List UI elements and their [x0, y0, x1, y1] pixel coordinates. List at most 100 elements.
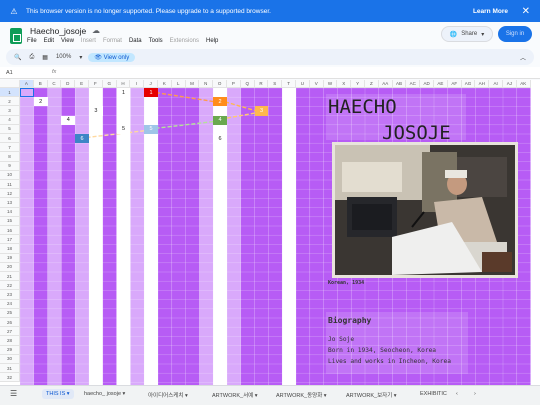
column-header-ah[interactable]: AH: [475, 80, 490, 88]
sheet-tab-3[interactable]: ARTWORK_서예 ▾: [212, 391, 258, 399]
search-icon[interactable]: 🔍: [14, 54, 21, 61]
tab-menu-icon[interactable]: ▾: [253, 393, 258, 399]
step-cell-o2[interactable]: 2: [213, 97, 227, 107]
column-header-n[interactable]: N: [199, 80, 214, 88]
step-cell-j1[interactable]: 1: [144, 88, 158, 98]
row-header-12[interactable]: 12: [0, 189, 20, 199]
selected-cell-a1[interactable]: [20, 88, 34, 98]
row-header-7[interactable]: 7: [0, 143, 20, 153]
row-header-10[interactable]: 10: [0, 170, 20, 180]
step-cell-b2[interactable]: 2: [33, 97, 48, 107]
step-cell-h1[interactable]: 1: [116, 88, 131, 98]
menu-item-edit[interactable]: Edit: [44, 38, 54, 44]
menu-item-help[interactable]: Help: [206, 38, 218, 44]
sheets-logo-icon[interactable]: [10, 28, 22, 44]
row-header-18[interactable]: 18: [0, 244, 20, 254]
menu-item-file[interactable]: File: [27, 38, 37, 44]
column-header-m[interactable]: M: [185, 80, 200, 88]
column-header-t[interactable]: T: [282, 80, 296, 88]
column-header-g[interactable]: G: [102, 80, 117, 88]
learn-more-link[interactable]: Learn More: [473, 8, 508, 15]
tab-menu-icon[interactable]: ▾: [392, 393, 397, 399]
column-header-ae[interactable]: AE: [434, 80, 448, 88]
row-header-22[interactable]: 22: [0, 281, 20, 291]
menu-item-view[interactable]: View: [61, 38, 74, 44]
column-header-ag[interactable]: AG: [461, 80, 476, 88]
column-header-v[interactable]: V: [309, 80, 324, 88]
select-all-corner[interactable]: [0, 80, 20, 88]
row-header-13[interactable]: 13: [0, 198, 20, 208]
close-icon[interactable]: ✕: [522, 6, 530, 17]
column-header-ab[interactable]: AB: [392, 80, 407, 88]
step-cell-f3[interactable]: 3: [89, 106, 103, 116]
column-header-j[interactable]: J: [144, 80, 158, 88]
tab-menu-icon[interactable]: ▾: [121, 391, 126, 397]
zoom-select[interactable]: 100%: [56, 54, 71, 60]
row-header-21[interactable]: 21: [0, 272, 20, 282]
column-header-aj[interactable]: AJ: [503, 80, 517, 88]
sheet-tab-0[interactable]: THIS IS ▾: [42, 389, 74, 399]
tab-menu-icon[interactable]: ▾: [183, 393, 188, 399]
row-header-25[interactable]: 25: [0, 308, 20, 318]
column-header-s[interactable]: S: [268, 80, 283, 88]
row-header-8[interactable]: 8: [0, 152, 20, 162]
row-header-19[interactable]: 19: [0, 253, 20, 263]
menu-item-extensions[interactable]: Extensions: [170, 38, 199, 44]
row-header-15[interactable]: 15: [0, 216, 20, 226]
sheet-tab-4[interactable]: ARTWORK_동양화 ▾: [276, 391, 327, 399]
column-header-x[interactable]: X: [337, 80, 352, 88]
column-header-ad[interactable]: AD: [420, 80, 434, 88]
sheet-tab-2[interactable]: 아이디어스케치 ▾: [148, 391, 188, 399]
column-header-f[interactable]: F: [89, 80, 103, 88]
step-cell-r3[interactable]: 3: [254, 106, 269, 116]
step-cell-o4[interactable]: 4: [213, 115, 227, 125]
row-header-26[interactable]: 26: [0, 318, 20, 328]
step-cell-e6[interactable]: 6: [75, 134, 89, 144]
row-header-17[interactable]: 17: [0, 235, 20, 245]
row-header-28[interactable]: 28: [0, 336, 20, 346]
column-header-a[interactable]: A: [20, 80, 34, 88]
scroll-tabs-right-icon[interactable]: ›: [474, 391, 476, 397]
column-header-z[interactable]: Z: [365, 80, 379, 88]
column-header-i[interactable]: I: [130, 80, 145, 88]
sign-in-button[interactable]: Sign in: [498, 26, 532, 42]
scroll-tabs-left-icon[interactable]: ‹: [456, 391, 458, 397]
print-icon[interactable]: ⎙: [29, 54, 34, 61]
column-header-q[interactable]: Q: [240, 80, 255, 88]
column-header-w[interactable]: W: [323, 80, 338, 88]
sheet-tab-1[interactable]: haecho_ josoje ▾: [84, 391, 125, 397]
column-header-r[interactable]: R: [254, 80, 269, 88]
row-header-1[interactable]: 1: [0, 88, 20, 98]
row-header-11[interactable]: 11: [0, 180, 20, 190]
share-button[interactable]: 🌐 Share ▾: [441, 26, 493, 42]
column-header-u[interactable]: U: [296, 80, 310, 88]
menu-item-tools[interactable]: Tools: [149, 38, 163, 44]
row-header-20[interactable]: 20: [0, 262, 20, 272]
document-title[interactable]: Haecho_josoje: [30, 26, 86, 36]
spreadsheet-grid[interactable]: HAECHO JOSOJE Korean, 1934 Biography Jo …: [0, 80, 540, 385]
step-cell-o6[interactable]: 6: [213, 134, 227, 144]
column-header-b[interactable]: B: [33, 80, 48, 88]
paint-format-icon[interactable]: ▦: [42, 54, 48, 61]
row-header-30[interactable]: 30: [0, 354, 20, 364]
row-header-5[interactable]: 5: [0, 124, 20, 134]
column-header-o[interactable]: O: [213, 80, 227, 88]
step-cell-j5[interactable]: 5: [144, 124, 158, 134]
chevron-down-icon[interactable]: ▾: [79, 54, 82, 61]
column-header-ai[interactable]: AI: [489, 80, 503, 88]
step-cell-h5[interactable]: 5: [116, 124, 131, 134]
column-header-k[interactable]: K: [158, 80, 172, 88]
row-header-29[interactable]: 29: [0, 345, 20, 355]
menu-item-format[interactable]: Format: [103, 38, 122, 44]
row-header-2[interactable]: 2: [0, 97, 20, 107]
column-header-c[interactable]: C: [47, 80, 62, 88]
row-header-3[interactable]: 3: [0, 106, 20, 116]
row-header-31[interactable]: 31: [0, 364, 20, 374]
collapse-toolbar-icon[interactable]: ︿: [520, 53, 526, 62]
name-box[interactable]: A1: [6, 70, 13, 76]
row-header-4[interactable]: 4: [0, 115, 20, 125]
row-header-6[interactable]: 6: [0, 134, 20, 144]
view-only-button[interactable]: 👁 View only: [88, 52, 136, 62]
column-header-p[interactable]: P: [227, 80, 241, 88]
sheet-tab-5[interactable]: ARTWORK_보자기 ▾: [346, 391, 397, 399]
